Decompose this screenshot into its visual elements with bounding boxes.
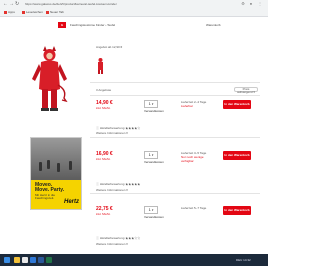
ad-headline: Moveo. Move. Party. [35, 182, 65, 193]
bookmarks-bar: Apps Lesezeichen Neuer Tab [0, 9, 268, 16]
sort-dropdown[interactable]: Preis aufsteigend ▾ [234, 87, 258, 94]
divider [90, 193, 260, 194]
forward-icon[interactable]: → [9, 1, 14, 7]
info-icon: ⓘ [96, 182, 100, 186]
bookmark-item[interactable]: Neuer Tab [46, 10, 64, 15]
divider [90, 82, 260, 83]
quantity-select[interactable]: 1 ▾ [144, 151, 158, 159]
chevron-down-icon: ▾ [151, 102, 154, 106]
offer-row: 22,75 € inkl. MwSt. 1 ▾ Versandkosten Li… [93, 206, 258, 236]
cart-link[interactable]: Warenkorb [206, 23, 221, 27]
bookmark-item[interactable]: Lesezeichen [22, 10, 43, 15]
site-header: G Faschingskostüme Kinder › Teufel Waren… [0, 17, 268, 32]
word-icon[interactable] [38, 257, 44, 263]
product-image[interactable] [27, 45, 72, 120]
product-thumbnail[interactable] [96, 57, 105, 74]
offer-row: 16,90 € inkl. MwSt. 1 ▾ Versandkosten Li… [93, 151, 258, 181]
address-row: ← → ↻ https://www.galaxus.de/de/s5/produ… [0, 0, 268, 8]
offer-summary: Angebot ab 12,90 € [96, 45, 123, 49]
offer-rating: ⓘ Händlerbewertung ★★★★☆ [96, 126, 141, 130]
offer-price-note: inkl. MwSt. [96, 157, 111, 161]
offer-rating: ⓘ Händlerbewertung ★★★☆☆ [96, 236, 141, 240]
divider [90, 137, 260, 138]
stock-info: Lieferzeit 2–4 Tage Lieferbar [181, 100, 207, 108]
bookmark-favicon-icon [4, 10, 7, 14]
browser-toolbar: ← → ↻ https://www.galaxus.de/de/s5/produ… [0, 0, 268, 17]
kebab-menu-icon[interactable]: ⋮ [257, 1, 263, 7]
add-to-cart-button[interactable]: In den Warenkorb [223, 151, 251, 160]
more-info-link[interactable]: Weitere Informationen ▾ [96, 242, 128, 246]
offer-price-note: inkl. MwSt. [96, 212, 111, 216]
excel-icon[interactable] [46, 257, 52, 263]
shipping-link[interactable]: Versandkosten [144, 216, 164, 219]
offer-price-note: inkl. MwSt. [96, 106, 111, 110]
advertisement-banner[interactable]: Moveo. Move. Party. Mit Hertz in die Fas… [30, 137, 82, 210]
site-logo[interactable]: G [58, 22, 66, 28]
result-count: 3 Angebote [96, 88, 112, 92]
info-icon: ⓘ [96, 126, 100, 130]
url-bar[interactable]: https://www.galaxus.de/de/s5/product/kar… [25, 1, 215, 7]
windows-start-icon[interactable] [4, 257, 10, 263]
bookmark-item[interactable]: Apps [4, 10, 15, 15]
add-to-cart-button[interactable]: In den Warenkorb [223, 100, 251, 109]
reload-icon[interactable]: ↻ [15, 1, 19, 7]
shipping-link[interactable]: Versandkosten [144, 110, 164, 113]
shipping-link[interactable]: Versandkosten [144, 161, 164, 164]
stock-info: Lieferzeit 3–5 Tage Nur noch wenige verf… [181, 151, 207, 163]
offer-rating: ⓘ Händlerbewertung ★★★★★ [96, 182, 141, 186]
system-tray-clock[interactable]: DEU 14:32 [236, 257, 251, 263]
browser-window: ← → ↻ https://www.galaxus.de/de/s5/produ… [0, 0, 268, 266]
back-icon[interactable]: ← [3, 1, 8, 7]
file-explorer-icon[interactable] [14, 257, 20, 263]
chevron-down-icon: ▾ [151, 153, 154, 157]
chevron-down-icon: ▾ [151, 208, 154, 212]
breadcrumb[interactable]: Faschingskostüme Kinder › Teufel [70, 23, 115, 27]
add-to-cart-button[interactable]: In den Warenkorb [223, 206, 251, 215]
puzzle-icon[interactable]: ⚙ [240, 1, 246, 7]
ad-photo [31, 138, 81, 180]
profile-icon[interactable]: ● [248, 1, 254, 7]
ad-brand-logo: Hertz [64, 199, 80, 205]
divider [90, 95, 260, 96]
quantity-select[interactable]: 1 ▾ [144, 206, 158, 214]
bookmark-favicon-icon [46, 10, 49, 14]
more-info-link[interactable]: Weitere Informationen ▾ [96, 131, 128, 135]
more-info-link[interactable]: Weitere Informationen ▾ [96, 188, 128, 192]
ad-subline: Mit Hertz in die Faschingszeit. [35, 193, 56, 200]
info-icon: ⓘ [96, 236, 100, 240]
stock-info: Lieferzeit 5–7 Tage [181, 206, 207, 210]
ad-text-panel: Moveo. Move. Party. Mit Hertz in die Fas… [31, 180, 81, 209]
mail-icon[interactable] [30, 257, 36, 263]
chrome-icon[interactable] [22, 257, 28, 263]
bookmark-favicon-icon [22, 10, 25, 14]
windows-taskbar: DEU 14:32 [0, 254, 268, 266]
quantity-select[interactable]: 1 ▾ [144, 100, 158, 108]
